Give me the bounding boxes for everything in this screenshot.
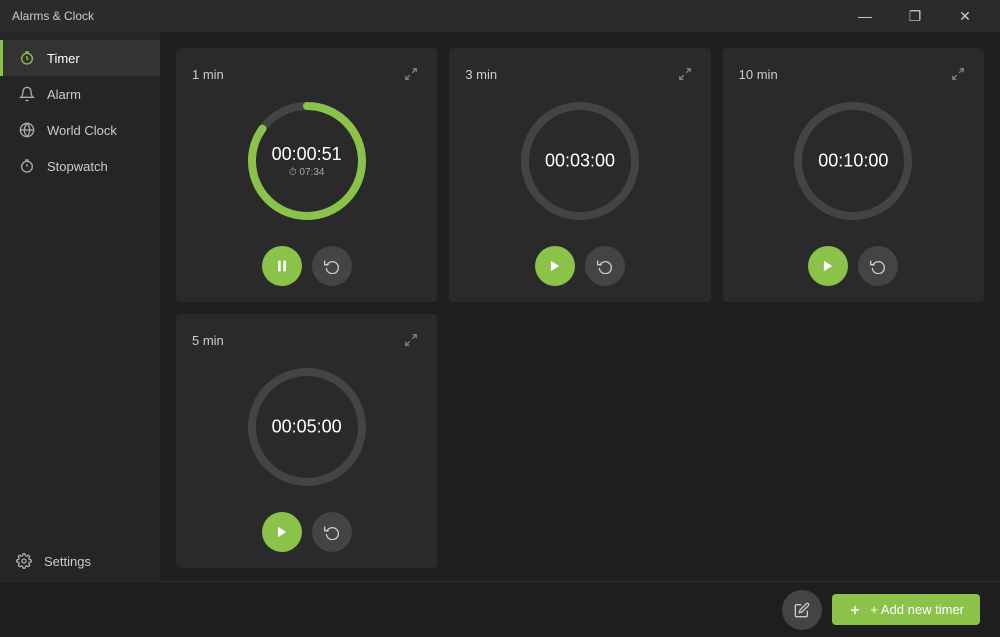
sidebar-item-stopwatch[interactable]: Stopwatch: [0, 148, 160, 184]
sidebar-item-alarm[interactable]: Alarm: [0, 76, 160, 112]
minimize-button[interactable]: —: [842, 0, 888, 32]
timer-3-display: 00:10:00: [818, 151, 888, 172]
timer-card-3: 10 min: [723, 48, 984, 302]
timer-2-label: 3 min: [465, 67, 497, 82]
timer-4-controls: [262, 512, 352, 552]
settings-label: Settings: [44, 554, 91, 569]
timer-1-sub: ⏱ 07:34: [272, 167, 342, 178]
timer-card-4-header: 5 min: [192, 330, 421, 350]
timer-2-play-button[interactable]: [535, 246, 575, 286]
timer-3-ring: 00:10:00: [788, 96, 918, 226]
timer-4-ring: 00:05:00: [242, 362, 372, 492]
maximize-button[interactable]: ❐: [892, 0, 938, 32]
timer-3-controls: [808, 246, 898, 286]
timer-4-label: 5 min: [192, 333, 224, 348]
add-timer-label: + Add new timer: [870, 602, 964, 617]
timer-1-pause-button[interactable]: [262, 246, 302, 286]
expand-icon-3[interactable]: [948, 64, 968, 84]
timer-label: Timer: [47, 51, 80, 66]
timer-4-time: 00:05:00: [272, 417, 342, 438]
timer-2-controls: [535, 246, 625, 286]
world-clock-label: World Clock: [47, 123, 117, 138]
sidebar-item-world-clock[interactable]: World Clock: [0, 112, 160, 148]
timer-2-display: 00:03:00: [545, 151, 615, 172]
timer-card-1-header: 1 min: [192, 64, 421, 84]
timer-1-controls: [262, 246, 352, 286]
sidebar: Timer Alarm: [0, 32, 160, 581]
sidebar-item-timer[interactable]: Timer: [0, 40, 160, 76]
close-button[interactable]: ✕: [942, 0, 988, 32]
content-area: 1 min: [160, 32, 1000, 581]
timer-card-2-header: 3 min: [465, 64, 694, 84]
timer-icon: [19, 50, 35, 66]
timer-1-display: 00:00:51: [272, 144, 342, 165]
app-title: Alarms & Clock: [12, 9, 94, 23]
settings-icon: [16, 553, 32, 569]
timer-2-reset-button[interactable]: [585, 246, 625, 286]
main-layout: Timer Alarm: [0, 32, 1000, 581]
stopwatch-icon: [19, 158, 35, 174]
window-controls: — ❐ ✕: [842, 0, 988, 32]
stopwatch-label: Stopwatch: [47, 159, 108, 174]
timer-card-4: 5 min: [176, 314, 437, 568]
timer-3-label: 10 min: [739, 67, 778, 82]
expand-icon-4[interactable]: [401, 330, 421, 350]
timer-1-ring: 00:00:51 ⏱ 07:34: [242, 96, 372, 226]
sidebar-nav: Timer Alarm: [0, 32, 160, 541]
timer-1-reset-button[interactable]: [312, 246, 352, 286]
timer-2-time: 00:03:00: [545, 151, 615, 172]
add-timer-button[interactable]: + Add new timer: [832, 594, 980, 625]
alarm-icon: [19, 86, 35, 102]
expand-icon-1[interactable]: [401, 64, 421, 84]
timer-card-1: 1 min: [176, 48, 437, 302]
bottom-bar: + Add new timer: [0, 581, 1000, 637]
sidebar-item-settings[interactable]: Settings: [0, 541, 160, 581]
timer-4-reset-button[interactable]: [312, 512, 352, 552]
timer-2-ring: 00:03:00: [515, 96, 645, 226]
timer-grid: 1 min: [176, 48, 984, 568]
timer-4-display: 00:05:00: [272, 417, 342, 438]
timer-1-label: 1 min: [192, 67, 224, 82]
timer-3-time: 00:10:00: [818, 151, 888, 172]
timer-card-3-header: 10 min: [739, 64, 968, 84]
timer-1-time: 00:00:51 ⏱ 07:34: [272, 144, 342, 178]
world-clock-icon: [19, 122, 35, 138]
titlebar: Alarms & Clock — ❐ ✕: [0, 0, 1000, 32]
alarm-label: Alarm: [47, 87, 81, 102]
timer-3-play-button[interactable]: [808, 246, 848, 286]
timer-4-play-button[interactable]: [262, 512, 302, 552]
expand-icon-2[interactable]: [675, 64, 695, 84]
timer-card-2: 3 min: [449, 48, 710, 302]
edit-button[interactable]: [782, 590, 822, 630]
timer-3-reset-button[interactable]: [858, 246, 898, 286]
